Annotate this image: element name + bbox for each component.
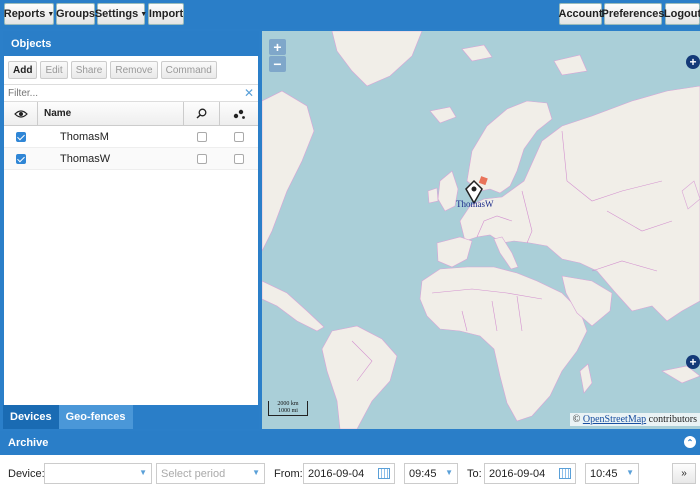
preferences-button[interactable]: Preferences <box>602 3 665 25</box>
objects-title: Objects <box>4 32 258 56</box>
from-date-value: 2016-09-04 <box>308 467 365 480</box>
to-time-value: 10:45 <box>590 467 618 480</box>
name-column-header[interactable]: Name <box>38 102 184 125</box>
reports-menu-button[interactable]: Reports ▼ <box>4 3 54 25</box>
from-time-field[interactable]: 09:45 ▼ <box>404 463 458 484</box>
to-date-value: 2016-09-04 <box>489 467 546 480</box>
trail-checkbox[interactable] <box>234 131 244 142</box>
filter-row: ✕ <box>4 84 258 102</box>
reports-label: Reports <box>3 8 46 20</box>
visibility-column-header[interactable] <box>4 102 38 125</box>
settings-label: Settings <box>94 8 139 20</box>
chevron-down-icon: ▼ <box>140 10 148 18</box>
top-toolbar: Reports ▼ Groups Settings ▼ Import Account… <box>0 0 700 29</box>
table-row[interactable]: ThomasW <box>4 148 258 170</box>
remove-button[interactable]: Remove <box>110 61 158 79</box>
chevron-down-icon: ▼ <box>626 468 634 477</box>
openstreetmap-link[interactable]: OpenStreetMap <box>583 414 646 425</box>
from-label: From: <box>274 468 303 480</box>
attribution-suffix: contributors <box>648 414 697 425</box>
from-date-field[interactable]: 2016-09-04 <box>303 463 395 484</box>
trail-checkbox[interactable] <box>234 153 244 164</box>
zoom-out-button[interactable]: − <box>269 56 286 72</box>
device-name: ThomasM <box>60 130 109 143</box>
copyright-symbol: © <box>572 414 581 425</box>
add-button[interactable]: Add <box>8 61 38 79</box>
objects-actions: Add Edit Share Remove Command <box>4 56 258 84</box>
objects-tabs: Devices Geo-fences <box>3 405 259 429</box>
follow-column-header[interactable] <box>184 102 220 125</box>
settings-menu-button[interactable]: Settings ▼ <box>94 3 148 25</box>
marker-label: ThomasW <box>456 199 494 209</box>
search-icon <box>196 108 207 119</box>
footprints-icon <box>233 109 245 119</box>
trail-column-header[interactable] <box>220 102 258 125</box>
plus-icon[interactable]: + <box>686 55 700 69</box>
import-button[interactable]: Import <box>148 3 184 25</box>
filter-input[interactable] <box>4 85 234 101</box>
to-date-field[interactable]: 2016-09-04 <box>484 463 576 484</box>
more-button[interactable]: » <box>672 463 696 484</box>
to-time-field[interactable]: 10:45 ▼ <box>585 463 639 484</box>
device-name: ThomasW <box>60 152 111 165</box>
clear-icon[interactable]: ✕ <box>244 86 254 100</box>
follow-checkbox[interactable] <box>197 153 207 164</box>
logout-button[interactable]: Logout <box>664 3 700 25</box>
command-button[interactable]: Command <box>160 61 217 79</box>
objects-grid-header: Name <box>4 102 258 126</box>
period-placeholder: Select period <box>161 467 226 480</box>
chevron-down-icon: ▼ <box>139 468 147 477</box>
zoom-in-button[interactable]: + <box>269 39 286 55</box>
objects-grid-body: ThomasM ThomasW <box>4 126 258 170</box>
scale-mi: 1000 mi <box>278 408 298 414</box>
to-label: To: <box>467 468 482 480</box>
plus-icon[interactable]: + <box>686 355 700 369</box>
chevron-down-icon: ▼ <box>445 468 453 477</box>
scale-km: 2000 km <box>277 401 299 407</box>
calendar-icon[interactable] <box>378 468 390 479</box>
chevron-down-icon: ▼ <box>47 10 55 18</box>
device-select[interactable]: ▼ <box>44 463 152 484</box>
follow-checkbox[interactable] <box>197 131 207 142</box>
archive-panel: Archive ⌃ Device: ▼ Select period ▼ From… <box>0 431 700 493</box>
archive-header: Archive ⌃ <box>0 431 700 455</box>
objects-panel: Objects Add Edit Share Remove Command ✕ … <box>3 31 259 429</box>
share-button[interactable]: Share <box>70 61 108 79</box>
device-label: Device: <box>8 468 45 480</box>
archive-title: Archive <box>8 437 49 449</box>
period-select[interactable]: Select period ▼ <box>156 463 265 484</box>
tab-geofences[interactable]: Geo-fences <box>58 405 133 429</box>
chevron-down-icon: ▼ <box>252 468 260 477</box>
collapse-icon[interactable]: ⌃ <box>684 436 696 448</box>
map-scale: 2000 km 1000 mi <box>268 401 308 416</box>
account-button[interactable]: Account <box>559 3 603 25</box>
edit-button[interactable]: Edit <box>40 61 68 79</box>
from-time-value: 09:45 <box>409 467 437 480</box>
eye-icon <box>13 109 28 118</box>
calendar-icon[interactable] <box>559 468 571 479</box>
map-attribution: © OpenStreetMap contributors <box>569 413 700 426</box>
world-map <box>262 31 700 429</box>
archive-controls: Device: ▼ Select period ▼ From: 2016-09-… <box>0 455 700 493</box>
visibility-checkbox[interactable] <box>16 153 26 164</box>
groups-button[interactable]: Groups <box>56 3 95 25</box>
visibility-checkbox[interactable] <box>16 131 26 142</box>
tab-devices[interactable]: Devices <box>3 405 59 429</box>
table-row[interactable]: ThomasM <box>4 126 258 148</box>
map-view[interactable]: + − ThomasW + + 2000 km 1000 mi © OpenSt… <box>262 31 700 429</box>
